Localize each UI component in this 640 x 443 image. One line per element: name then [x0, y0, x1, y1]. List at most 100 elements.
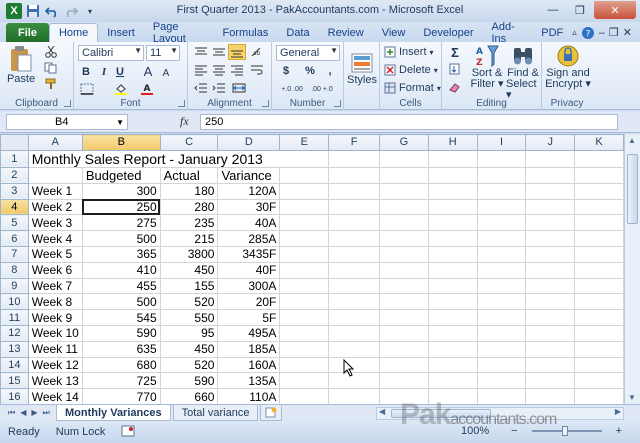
vertical-scrollbar[interactable]: ▲ ▼	[624, 134, 640, 404]
styles-button[interactable]: Styles	[347, 45, 377, 93]
italic-button[interactable]: I	[98, 65, 110, 79]
cell-c7[interactable]: 3800	[159, 245, 219, 263]
cell-f12[interactable]	[328, 324, 380, 342]
column-header-i[interactable]: I	[476, 134, 527, 151]
align-top-icon[interactable]	[194, 46, 208, 58]
cell-i1[interactable]	[476, 149, 527, 168]
column-header-b[interactable]: B	[81, 134, 161, 151]
cell-g4[interactable]	[378, 198, 429, 216]
cell-c14[interactable]: 520	[159, 356, 219, 374]
workbook-minimize-icon[interactable]: –	[599, 27, 605, 39]
cell-a10[interactable]: Week 8	[27, 293, 83, 311]
cell-d11[interactable]: 5F	[217, 309, 281, 326]
number-launcher-icon[interactable]	[334, 100, 341, 107]
workbook-close-icon[interactable]: ✕	[623, 26, 632, 39]
row-header-12[interactable]: 12	[0, 324, 29, 342]
cell-c9[interactable]: 155	[159, 277, 219, 295]
cell-c10[interactable]: 520	[159, 293, 219, 311]
cell-k12[interactable]	[574, 324, 624, 342]
cell-j15[interactable]	[525, 372, 576, 390]
cell-f16[interactable]	[328, 388, 380, 404]
paste-button[interactable]: Paste	[7, 45, 35, 85]
row-header-13[interactable]: 13	[0, 340, 29, 358]
align-left-icon[interactable]	[194, 64, 208, 76]
cell-i8[interactable]	[476, 261, 527, 279]
scroll-up-icon[interactable]: ▲	[628, 136, 636, 145]
cell-j12[interactable]	[525, 324, 576, 342]
cell-b6[interactable]: 500	[81, 230, 161, 247]
cell-h11[interactable]	[427, 309, 478, 326]
cell-e11[interactable]	[279, 309, 330, 326]
increase-indent-icon[interactable]	[212, 82, 226, 94]
cell-f2[interactable]	[328, 166, 380, 184]
cell-c8[interactable]: 450	[159, 261, 219, 279]
cell-c5[interactable]: 235	[159, 214, 219, 232]
grow-font-button[interactable]: A	[142, 64, 154, 79]
decrease-decimal-button[interactable]: .00 +.0	[308, 82, 336, 96]
font-name-combo[interactable]: Calibri ▼	[78, 45, 144, 61]
alignment-launcher-icon[interactable]	[262, 100, 269, 107]
cell-a3[interactable]: Week 1	[27, 182, 83, 200]
fill-icon[interactable]	[448, 63, 462, 75]
column-header-f[interactable]: F	[328, 134, 380, 151]
scroll-down-icon[interactable]: ▼	[628, 393, 636, 402]
cell-g16[interactable]	[378, 388, 429, 404]
sort-filter-button[interactable]: AZ Sort & Filter ▾	[470, 44, 504, 90]
cell-f10[interactable]	[328, 293, 380, 311]
cell-g10[interactable]	[378, 293, 429, 311]
cell-j14[interactable]	[525, 356, 576, 374]
cell-g11[interactable]	[378, 309, 429, 326]
insert-sheet-icon[interactable]	[260, 405, 283, 421]
cell-h2[interactable]	[427, 166, 478, 184]
cell-e8[interactable]	[279, 261, 330, 279]
maximize-icon[interactable]: ❐	[567, 1, 593, 19]
cell-a8[interactable]: Week 6	[27, 261, 83, 279]
cell-j8[interactable]	[525, 261, 576, 279]
cell-i16[interactable]	[476, 388, 527, 404]
cell-c16[interactable]: 660	[159, 388, 219, 404]
cell-h5[interactable]	[427, 214, 478, 232]
tab-formulas[interactable]: Formulas	[214, 23, 278, 42]
row-header-11[interactable]: 11	[0, 309, 29, 326]
cell-h12[interactable]	[427, 324, 478, 342]
align-center-icon[interactable]	[212, 64, 226, 76]
percent-button[interactable]: %	[304, 64, 316, 78]
cell-g13[interactable]	[378, 340, 429, 358]
cell-b2[interactable]: Budgeted	[81, 166, 161, 184]
row-header-8[interactable]: 8	[0, 261, 29, 279]
cell-d12[interactable]: 495A	[217, 324, 281, 342]
customize-qat-icon[interactable]: ▾	[82, 3, 98, 19]
cell-k5[interactable]	[574, 214, 624, 232]
cell-h16[interactable]	[427, 388, 478, 404]
clear-icon[interactable]	[448, 81, 462, 93]
comma-button[interactable]: ,	[324, 64, 336, 78]
cell-j13[interactable]	[525, 340, 576, 358]
row-header-7[interactable]: 7	[0, 245, 29, 263]
zoom-slider-knob[interactable]	[561, 426, 568, 436]
sheet-tab-total-variance[interactable]: Total variance	[172, 405, 259, 421]
cell-a14[interactable]: Week 12	[27, 356, 83, 374]
cell-a11[interactable]: Week 9	[27, 309, 83, 326]
column-header-g[interactable]: G	[378, 134, 429, 151]
cell-j3[interactable]	[525, 182, 576, 200]
cell-h7[interactable]	[427, 245, 478, 263]
cell-b11[interactable]: 545	[81, 309, 161, 326]
insert-cells-button[interactable]: Insert ▾	[384, 45, 434, 59]
cell-i2[interactable]	[476, 166, 527, 184]
clipboard-launcher-icon[interactable]	[64, 100, 71, 107]
cell-h8[interactable]	[427, 261, 478, 279]
cell-k14[interactable]	[574, 356, 624, 374]
align-middle-icon[interactable]	[212, 46, 226, 58]
row-header-9[interactable]: 9	[0, 277, 29, 295]
cell-b16[interactable]: 770	[81, 388, 161, 404]
close-icon[interactable]: ✕	[594, 1, 636, 19]
tab-view[interactable]: View	[373, 23, 415, 42]
column-header-c[interactable]: C	[159, 134, 219, 151]
sheet-tab-monthly-variances[interactable]: Monthly Variances	[56, 405, 171, 421]
cell-e9[interactable]	[279, 277, 330, 295]
cell-j5[interactable]	[525, 214, 576, 232]
cell-e6[interactable]	[279, 230, 330, 247]
cell-b3[interactable]: 300	[81, 182, 161, 200]
cell-a12[interactable]: Week 10	[27, 324, 83, 342]
cell-h1[interactable]	[427, 149, 478, 168]
